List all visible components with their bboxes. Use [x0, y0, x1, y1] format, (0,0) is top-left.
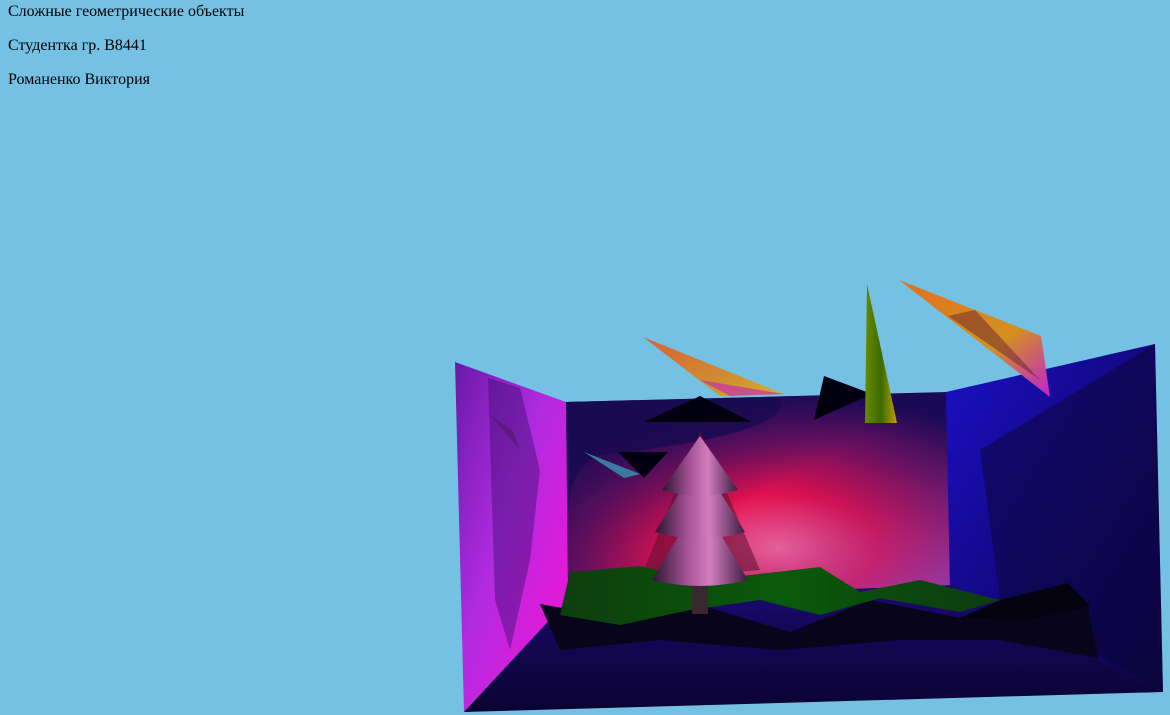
floating-cone-green [865, 284, 897, 423]
webgl-scene-canvas[interactable] [0, 0, 1170, 715]
page: Сложные геометрические объекты Студентка… [0, 0, 1170, 715]
